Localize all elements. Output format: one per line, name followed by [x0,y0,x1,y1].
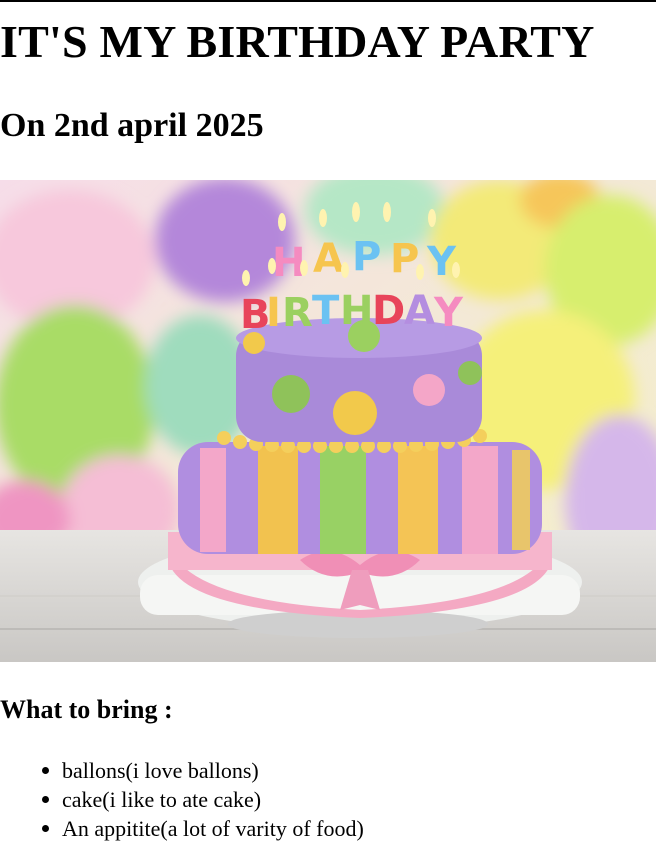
svg-text:I: I [266,290,281,336]
list-item: An appitite(a lot of varity of food) [42,816,364,841]
svg-text:P: P [390,236,419,282]
svg-text:Y: Y [433,290,464,336]
svg-text:A: A [313,236,344,282]
svg-text:H: H [272,240,305,286]
svg-text:R: R [282,290,313,336]
svg-text:H: H [340,288,373,334]
svg-text:D: D [372,288,405,334]
list-item: ballons(i love ballons) [42,756,364,785]
bring-list: ballons(i love ballons) cake(i like to a… [0,756,364,843]
svg-text:T: T [312,288,340,334]
list-item: cake(i like to ate cake) [42,785,364,814]
top-border-line [0,0,656,2]
what-to-bring-heading: What to bring : [0,695,173,724]
svg-text:P: P [352,234,381,280]
svg-text:A: A [404,288,435,334]
party-date: On 2nd april 2025 [0,107,264,144]
birthday-cake-image: H A P P Y B I R T H D A Y [0,180,656,662]
page-title: IT'S MY BIRTHDAY PARTY [0,16,595,67]
svg-text:Y: Y [426,239,457,285]
